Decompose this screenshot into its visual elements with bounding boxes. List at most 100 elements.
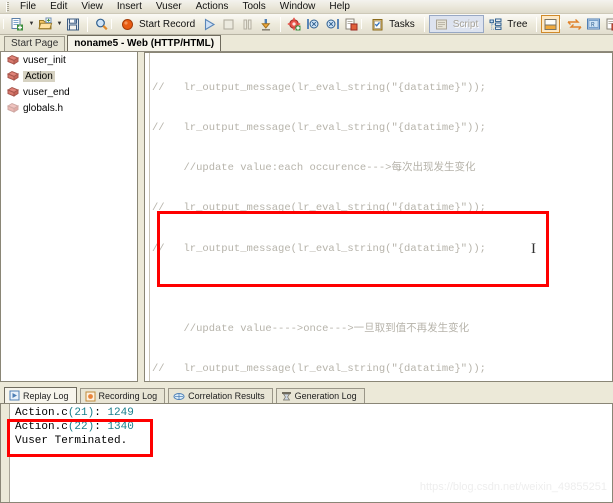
code-line-text: // lr_output_message(lr_eval_string("{da…	[152, 202, 486, 215]
compare-arrows-icon[interactable]	[565, 15, 584, 33]
tab-recording-log[interactable]: Recording Log	[79, 388, 166, 403]
tree-item-label: globals.h	[23, 102, 64, 114]
snapshot-icon[interactable]: R	[584, 15, 603, 33]
tree-item-label: vuser_init	[23, 54, 66, 66]
menu-bar: File Edit View Insert Vuser Actions Tool…	[0, 0, 613, 14]
new-document-dropdown-icon[interactable]: ▼	[27, 15, 36, 33]
document-tab-strip: Start Page noname5 - Web (HTTP/HTML)	[0, 35, 613, 52]
toolbar-divider-1	[87, 16, 88, 32]
script-view-button[interactable]: Script	[428, 15, 485, 33]
tree-view-icon	[486, 15, 505, 33]
output-window-icon[interactable]	[541, 15, 561, 33]
code-line: // lr_output_message(lr_eval_string("{da…	[152, 122, 612, 135]
code-line-text: //update value:each occurence--->每次出现发生变…	[152, 162, 476, 175]
recording-log-icon	[85, 391, 96, 402]
tab-generation-log[interactable]: Generation Log	[275, 388, 365, 403]
action-block-icon	[6, 70, 20, 82]
menu-item-view[interactable]: View	[74, 0, 110, 14]
script-view-icon	[432, 15, 451, 33]
script-editor[interactable]: // lr_output_message(lr_eval_string("{da…	[144, 52, 613, 382]
code-line: //update value---->once--->一旦取到值不再发生变化	[152, 323, 612, 336]
toolbar-divider-3	[423, 16, 425, 32]
generation-log-icon	[281, 391, 292, 402]
log-line-final: Vuser Terminated.	[15, 435, 128, 447]
new-document-icon[interactable]	[8, 15, 27, 33]
menu-item-file[interactable]: File	[13, 0, 43, 14]
output-panel: Replay Log Recording Log Correlation Res…	[0, 387, 613, 503]
tasks-label: Tasks	[389, 18, 415, 30]
copy-window-icon[interactable]	[603, 15, 613, 33]
open-folder-dropdown-icon[interactable]: ▼	[55, 15, 64, 33]
code-line-text: // lr_output_message(lr_eval_string("{da…	[152, 122, 486, 135]
insert-end-transaction-icon[interactable]	[323, 15, 342, 33]
menu-item-insert[interactable]: Insert	[110, 0, 149, 14]
text-cursor-icon: I	[531, 241, 536, 257]
svg-text:R: R	[591, 21, 595, 28]
toolbar-grip-1[interactable]	[3, 19, 4, 29]
insert-rendezvous-icon[interactable]	[342, 15, 361, 33]
stop-square-icon[interactable]	[219, 15, 238, 33]
log-gutter	[1, 404, 10, 502]
toolbar-grip-3[interactable]	[361, 19, 363, 29]
menu-item-actions[interactable]: Actions	[189, 0, 236, 14]
step-down-icon[interactable]	[257, 15, 276, 33]
tab-correlation-results[interactable]: Correlation Results	[168, 388, 273, 403]
editor-code: // lr_output_message(lr_eval_string("{da…	[152, 55, 612, 381]
start-record-label: Start Record	[139, 18, 196, 30]
code-line-text: //update value---->once--->一旦取到值不再发生变化	[152, 323, 470, 336]
code-line: // lr_output_message(lr_eval_string("{da…	[152, 243, 612, 256]
runtime-settings-icon[interactable]	[285, 15, 304, 33]
tasks-button[interactable]: Tasks	[366, 15, 420, 33]
tab-label: Replay Log	[23, 390, 69, 401]
insert-start-transaction-icon[interactable]	[304, 15, 323, 33]
pause-bars-icon[interactable]	[238, 15, 257, 33]
code-line: // lr_output_message(lr_eval_string("{da…	[152, 82, 612, 95]
toolbar-divider-4	[536, 16, 538, 32]
code-line-text: // lr_output_message(lr_eval_string("{da…	[152, 81, 486, 94]
open-folder-icon[interactable]	[36, 15, 55, 33]
tree-item-action[interactable]: Action	[1, 68, 137, 84]
menu-item-vuser[interactable]: Vuser	[149, 0, 189, 14]
menu-item-edit[interactable]: Edit	[43, 0, 74, 14]
menu-item-window[interactable]: Window	[273, 0, 323, 14]
action-block-icon	[6, 86, 20, 98]
tree-view-label: Tree	[507, 18, 528, 30]
code-line: //update value:each occurence--->每次出现发生变…	[152, 162, 612, 175]
record-circle-icon	[118, 15, 137, 33]
log-lines: Action.c(21): 1249 Action.c(22): 1340 Vu…	[15, 406, 134, 448]
run-play-icon[interactable]	[200, 15, 219, 33]
code-line-text: // lr_output_message(lr_eval_string("{da…	[152, 242, 486, 255]
save-floppy-icon[interactable]	[64, 15, 83, 33]
output-tab-strip: Replay Log Recording Log Correlation Res…	[0, 387, 613, 404]
menu-bar-grip[interactable]	[6, 1, 9, 12]
tree-item-globals-h[interactable]: globals.h	[1, 100, 137, 116]
main-toolbar: ▼ ▼ Start Record Tasks Script Tree R	[0, 14, 613, 35]
log-line: Action.c(21): 1249	[15, 407, 134, 419]
tree-item-vuser-end[interactable]: vuser_end	[1, 84, 137, 100]
doctab-noname5[interactable]: noname5 - Web (HTTP/HTML)	[67, 35, 222, 51]
find-magnifier-icon[interactable]	[92, 15, 111, 33]
tab-label: Recording Log	[98, 391, 158, 401]
toolbar-divider-2	[280, 16, 282, 32]
tab-label: Correlation Results	[188, 391, 265, 401]
tree-item-vuser-init[interactable]: vuser_init	[1, 52, 137, 68]
tree-item-label: vuser_end	[23, 86, 70, 98]
tasks-clipboard-icon	[368, 15, 387, 33]
start-record-button[interactable]: Start Record	[116, 15, 200, 33]
doctab-start-page[interactable]: Start Page	[4, 36, 66, 51]
toolbar-grip-2[interactable]	[111, 19, 112, 29]
tab-replay-log[interactable]: Replay Log	[4, 387, 77, 403]
header-file-icon	[6, 102, 20, 114]
tree-view-button[interactable]: Tree	[484, 15, 532, 33]
editor-gutter	[145, 53, 150, 381]
toolbar-grip-4[interactable]	[560, 19, 562, 29]
tree-item-label: Action	[23, 70, 55, 82]
lr-vugen-window: File Edit View Insert Vuser Actions Tool…	[0, 0, 613, 503]
menu-item-tools[interactable]: Tools	[235, 0, 272, 14]
code-line: // lr_output_message(lr_eval_string("{da…	[152, 363, 612, 376]
tab-label: Generation Log	[294, 391, 357, 401]
replay-log-icon	[9, 390, 20, 401]
code-line: // lr_output_message(lr_eval_string("{da…	[152, 202, 612, 215]
menu-item-help[interactable]: Help	[322, 0, 357, 14]
